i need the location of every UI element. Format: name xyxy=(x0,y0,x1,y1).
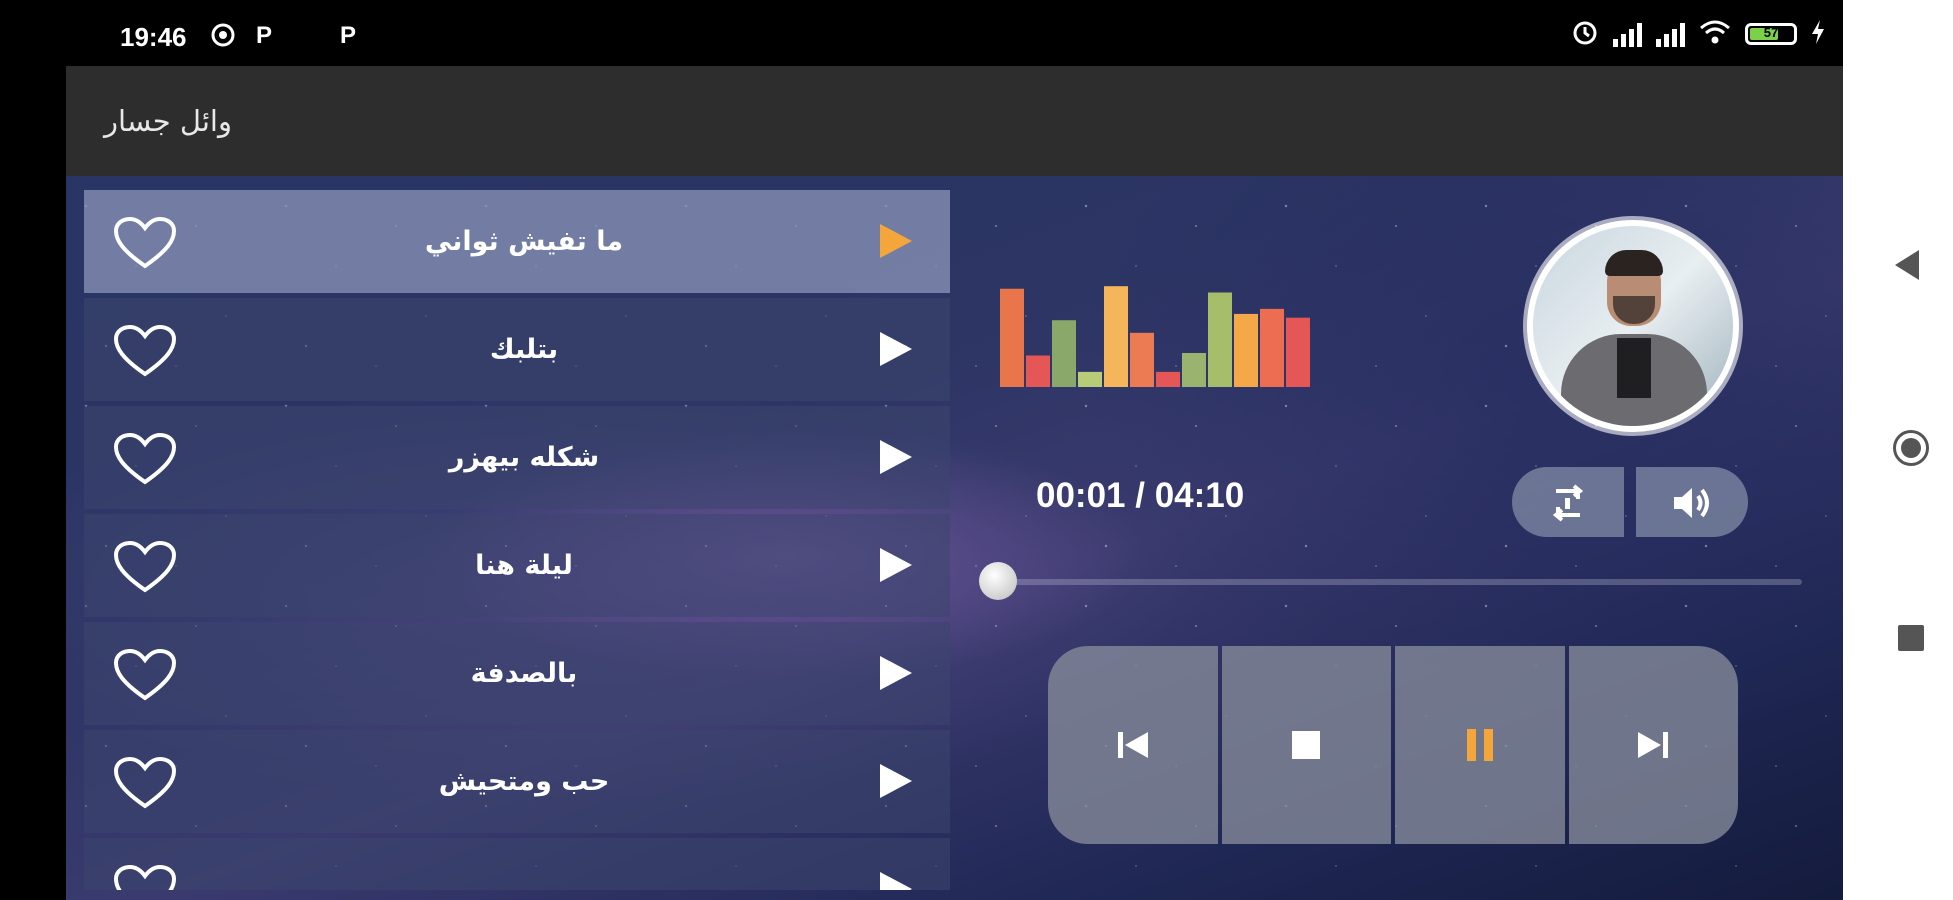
heart-icon[interactable] xyxy=(112,432,178,486)
battery-level: 57 xyxy=(1763,25,1779,40)
equalizer-bar xyxy=(1286,317,1310,387)
app-bar: وائل جسار xyxy=(66,66,1843,176)
charging-icon xyxy=(1811,20,1825,48)
heart-icon[interactable] xyxy=(112,540,178,594)
previous-button[interactable] xyxy=(1048,646,1218,844)
equalizer-bar xyxy=(1208,292,1232,387)
volume-icon xyxy=(1674,488,1709,518)
equalizer-bar xyxy=(1104,286,1128,387)
equalizer-bar xyxy=(1156,371,1180,387)
track-title: شكله بيهزر xyxy=(448,442,600,473)
track-row[interactable]: شكله بيهزر xyxy=(84,406,950,509)
equalizer-bar xyxy=(1130,332,1154,387)
track-title: حب ومتحيش xyxy=(438,766,610,797)
repeat-icon xyxy=(1552,484,1584,522)
heart-icon[interactable] xyxy=(112,756,178,810)
equalizer-bar xyxy=(1052,320,1076,387)
next-button[interactable] xyxy=(1568,646,1738,844)
play-icon[interactable] xyxy=(880,440,912,474)
artist-avatar xyxy=(1527,220,1739,432)
stop-button[interactable] xyxy=(1221,646,1391,844)
equalizer-bar xyxy=(1182,352,1206,387)
playlist[interactable]: ما تفيش ثواني بتلبك شكله بيهزر ليلة هنا بالص… xyxy=(84,190,950,890)
equalizer-bar xyxy=(1234,313,1258,387)
track-title: ليلة هنا xyxy=(475,550,573,581)
track-title xyxy=(334,838,714,890)
track-row[interactable] xyxy=(84,838,950,890)
playback-time: 00:01 / 04:10 xyxy=(1036,476,1245,515)
track-row[interactable]: ما تفيش ثواني xyxy=(84,190,950,293)
signal-icon xyxy=(1656,21,1685,47)
play-icon[interactable] xyxy=(880,332,912,366)
pause-button[interactable] xyxy=(1395,646,1565,844)
track-title: بالصدفة xyxy=(470,658,578,689)
play-icon[interactable] xyxy=(880,656,912,690)
seek-bar[interactable] xyxy=(996,579,1802,585)
status-icons: 57 xyxy=(1571,18,1825,50)
sync-icon xyxy=(210,22,236,55)
stop-icon xyxy=(1292,731,1321,759)
equalizer-visualizer xyxy=(1000,286,1310,387)
play-icon[interactable] xyxy=(880,764,912,798)
battery-icon: 57 xyxy=(1745,23,1797,45)
status-time: 19:46 xyxy=(120,22,187,52)
signal-icon xyxy=(1613,21,1642,47)
skip-next-icon xyxy=(1638,732,1669,758)
equalizer-bar xyxy=(1078,371,1102,387)
p-icon: P xyxy=(256,22,273,49)
track-row[interactable]: ليلة هنا xyxy=(84,514,950,617)
system-nav-bar xyxy=(1843,0,1953,900)
skip-previous-icon xyxy=(1117,732,1148,758)
back-icon[interactable] xyxy=(1895,250,1919,280)
track-row[interactable]: حب ومتحيش xyxy=(84,730,950,833)
volume-button[interactable] xyxy=(1636,467,1748,537)
transport-controls xyxy=(1048,646,1738,844)
home-icon[interactable] xyxy=(1893,430,1929,466)
play-icon[interactable] xyxy=(880,548,912,582)
status-bar: 19:46 P P 57 xyxy=(0,0,1843,66)
track-title: ما تفيش ثواني xyxy=(424,226,624,257)
heart-icon[interactable] xyxy=(112,324,178,378)
player-screen: ما تفيش ثواني بتلبك شكله بيهزر ليلة هنا بالص… xyxy=(66,176,1843,900)
pause-icon xyxy=(1466,729,1493,761)
wifi-icon xyxy=(1699,19,1731,49)
repeat-button[interactable] xyxy=(1512,467,1624,537)
screen-bezel xyxy=(0,66,66,900)
track-row[interactable]: بالصدفة xyxy=(84,622,950,725)
equalizer-bar xyxy=(1260,308,1284,387)
play-icon[interactable] xyxy=(880,872,912,890)
heart-icon[interactable] xyxy=(112,216,178,270)
track-row[interactable]: بتلبك xyxy=(84,298,950,401)
equalizer-bar xyxy=(1026,355,1050,387)
track-title: بتلبك xyxy=(489,334,559,365)
recents-icon[interactable] xyxy=(1898,625,1924,651)
alarm-icon xyxy=(1571,18,1599,50)
seek-thumb[interactable] xyxy=(979,562,1017,600)
heart-icon[interactable] xyxy=(112,648,178,702)
play-icon[interactable] xyxy=(880,224,912,258)
app-title: وائل جسار xyxy=(104,104,232,138)
heart-icon[interactable] xyxy=(112,864,178,890)
p-icon: P xyxy=(340,22,357,49)
equalizer-bar xyxy=(1000,288,1024,387)
